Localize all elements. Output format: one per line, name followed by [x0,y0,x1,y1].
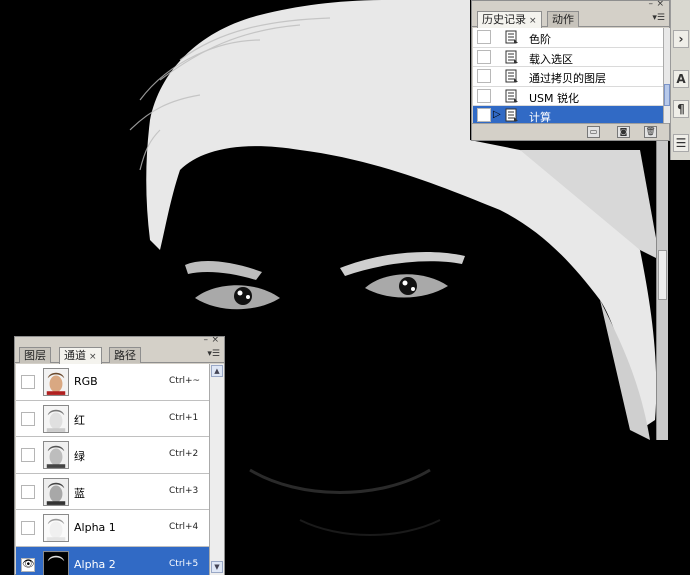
visibility-toggle[interactable] [21,411,35,426]
channel-name: Alpha 2 [74,557,116,571]
tab-label: 路径 [114,349,136,362]
channel-name: Alpha 1 [74,521,116,534]
channel-shortcut: Ctrl+2 [169,449,199,459]
channel-thumbnail [43,441,69,469]
tab-label: 图层 [24,349,46,362]
history-item-label: 计算 [529,111,551,123]
brushes-panel-button[interactable]: ☰ [673,134,689,152]
channel-thumbnail [43,550,69,575]
visibility-toggle[interactable] [21,375,35,389]
tab-actions[interactable]: 动作 [547,11,579,27]
channel-name: RGB [74,375,98,388]
channel-thumbnail [43,404,69,433]
close-tab-icon[interactable]: × [89,352,97,362]
history-item-label: 色阶 [529,33,551,46]
document-scrollbar[interactable] [656,140,668,440]
history-tabs: 历史记录 × 动作 ▾☰ [472,10,669,28]
delete-state-icon[interactable]: 🗑 [644,126,657,138]
channel-row[interactable]: RGB Ctrl+~ [16,364,209,401]
panel-titlebar: – × [15,336,224,346]
history-item[interactable]: USM 锐化 [473,87,663,106]
character-panel-button[interactable]: A [673,70,689,88]
tab-label: 动作 [552,13,574,26]
panel-titlebar: – × [472,0,669,10]
channels-scrollbar[interactable]: ▲ ▼ [209,364,224,575]
scroll-up-icon[interactable]: ▲ [211,365,223,377]
history-item-label: 载入选区 [529,52,573,66]
history-item[interactable]: 色阶 [473,28,663,48]
panel-menu-icon[interactable]: ▾☰ [207,349,220,359]
history-state-icon [505,89,518,102]
history-list: 色阶 载入选区 通过拷贝的图层 USM 锐化 ▷ 计算 [473,28,663,123]
channel-thumbnail [43,368,69,396]
visibility-toggle[interactable] [21,521,35,535]
channel-shortcut: Ctrl+5 [169,558,199,569]
snapshot-source-checkbox[interactable] [477,69,491,83]
channel-thumbnail [43,514,69,542]
history-state-marker-icon[interactable]: ▷ [493,109,501,120]
history-scrollbar[interactable] [663,28,670,123]
side-tool-strip: › A ¶ ☰ [670,0,690,160]
channel-name: 绿 [74,450,85,463]
minimize-icon[interactable]: – [649,0,654,9]
channels-tabs: 图层 通道 × 路径 ▾☰ [15,346,224,364]
new-document-from-state-icon[interactable]: ▭ [587,126,600,138]
snapshot-source-checkbox[interactable] [477,30,491,44]
channel-row-selected[interactable]: 👁 Alpha 2 Ctrl+5 [16,546,209,575]
new-snapshot-icon[interactable]: ◙ [617,126,630,138]
snapshot-source-checkbox[interactable] [477,108,491,122]
channel-row[interactable]: Alpha 1 Ctrl+4 [16,510,209,547]
close-icon[interactable]: × [656,0,664,9]
history-state-icon [505,69,518,83]
history-state-icon [505,30,518,44]
panel-menu-icon[interactable]: ▾☰ [652,13,665,23]
tab-label: 通道 [64,349,86,362]
history-item[interactable]: 通过拷贝的图层 [473,67,663,87]
snapshot-source-checkbox[interactable] [477,49,491,64]
tab-label: 历史记录 [482,13,526,26]
channels-panel: – × 图层 通道 × 路径 ▾☰ RGB Ctrl+~ 红 Ctrl+1 绿 … [14,336,225,575]
close-tab-icon[interactable]: × [529,16,537,26]
collapse-icon[interactable]: › [673,30,689,48]
channel-shortcut: Ctrl+1 [169,412,199,423]
history-panel: – × 历史记录 × 动作 ▾☰ 色阶 载入选区 通过拷贝的图层 USM 锐化 … [471,0,670,141]
minimize-icon[interactable]: – [204,336,209,345]
channel-shortcut: Ctrl+3 [169,485,199,496]
history-state-icon [505,108,518,122]
scrollbar-thumb[interactable] [664,84,670,106]
history-item-selected[interactable]: ▷ 计算 [473,106,663,123]
channel-row[interactable]: 蓝 Ctrl+3 [16,474,209,510]
scrollbar-thumb[interactable] [658,250,667,300]
channel-shortcut: Ctrl+~ [169,376,201,386]
history-item-label: 通过拷贝的图层 [529,72,606,85]
history-footer: ▭ ◙ 🗑 [472,123,669,140]
paragraph-panel-button[interactable]: ¶ [673,100,689,118]
channel-name: 蓝 [74,486,85,500]
tab-layers[interactable]: 图层 [19,347,51,363]
tab-paths[interactable]: 路径 [109,347,141,363]
tab-channels[interactable]: 通道 × [59,347,102,364]
tab-history[interactable]: 历史记录 × [477,11,542,28]
channel-name: 红 [74,413,85,427]
visibility-toggle[interactable] [21,448,35,462]
snapshot-source-checkbox[interactable] [477,88,491,103]
history-item-label: USM 锐化 [529,91,580,105]
history-item[interactable]: 载入选区 [473,48,663,67]
channel-thumbnail [43,477,69,506]
channel-shortcut: Ctrl+4 [169,522,199,532]
eye-icon[interactable]: 👁 [21,557,35,572]
scroll-down-icon[interactable]: ▼ [211,561,223,573]
visibility-toggle[interactable] [21,484,35,499]
channel-row[interactable]: 红 Ctrl+1 [16,401,209,437]
history-state-icon [505,50,518,63]
channels-list: RGB Ctrl+~ 红 Ctrl+1 绿 Ctrl+2 蓝 Ctrl+3 Al… [16,364,209,575]
channel-row[interactable]: 绿 Ctrl+2 [16,437,209,474]
close-icon[interactable]: × [211,336,219,345]
